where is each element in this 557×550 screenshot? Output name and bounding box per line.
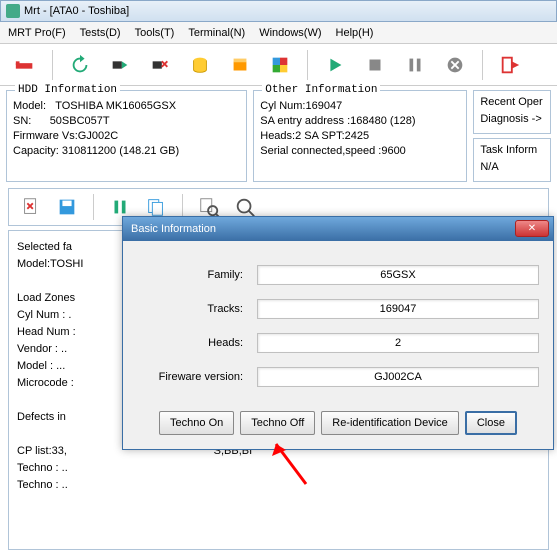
dialog-titlebar: Basic Information ✕ [123,217,553,241]
log-line: Techno : .. [17,479,68,491]
other-info-panel: Other Information Cyl Num:169047 SA entr… [253,90,467,182]
app-icon [6,4,20,18]
hdd-panel-title: HDD Information [15,83,120,98]
play-icon[interactable] [318,48,352,82]
close-button[interactable]: Close [465,411,517,435]
menu-help[interactable]: Help(H) [336,27,374,39]
exit-icon[interactable] [493,48,527,82]
log-line: Head Num : [17,326,79,338]
dialog-close-button[interactable]: ✕ [515,220,549,237]
cancel-icon[interactable] [438,48,472,82]
hdd-sn-value: 50SBC057T [50,115,110,127]
hdd-cap-value: 310811200 (148.21 GB) [62,145,179,157]
recent-title: Recent Oper [480,96,542,108]
task-title: Task Inform [480,144,537,156]
other-l3: Heads:2 SA SPT:2425 [260,129,460,144]
log-line: Selected fa [17,241,72,253]
basic-info-dialog: Basic Information ✕ Family: 65GSX Tracks… [122,216,554,450]
other-l1: Cyl Num:169047 [260,99,460,114]
log-line: Defects in [17,411,69,423]
other-panel-title: Other Information [262,83,380,98]
dialog-title: Basic Information [131,223,216,235]
fwver-label: Fireware version: [137,371,257,383]
menu-tools[interactable]: Tools(T) [135,27,175,39]
hdd-cap-label: Capacity: [13,145,59,157]
recent-value: Diagnosis -> [480,113,544,125]
stop-icon[interactable] [358,48,392,82]
log-line: Model : ... [17,360,65,372]
task-info-panel: Task Inform N/A [473,138,551,182]
heads-value: 2 [257,333,539,353]
family-label: Family: [137,269,257,281]
task-value: N/A [480,161,544,173]
database-icon[interactable] [183,48,217,82]
techno-on-button[interactable]: Techno On [159,411,234,435]
hdd-sn-label: SN: [13,115,31,127]
save-icon[interactable] [53,193,81,221]
window-title: Mrt - [ATA0 - Toshiba] [24,5,129,17]
techno-off-button[interactable]: Techno Off [240,411,315,435]
log-line: Vendor : .. [17,343,67,355]
hdd-info-panel: HDD Information Model: TOSHIBA MK16065GS… [6,90,247,182]
menu-mrtpro[interactable]: MRT Pro(F) [8,27,66,39]
other-l4: Serial connected,speed :9600 [260,144,460,159]
refresh-icon[interactable] [63,48,97,82]
reid-device-button[interactable]: Re-identification Device [321,411,459,435]
plug-in-icon[interactable] [103,48,137,82]
log-line: Cyl Num : . [17,309,71,321]
family-value: 65GSX [257,265,539,285]
other-l2: SA entry address :168480 (128) [260,114,460,129]
tracks-label: Tracks: [137,303,257,315]
main-toolbar [0,44,557,86]
tracks-value: 169047 [257,299,539,319]
log-line: Microcode : [17,377,74,389]
pause-icon[interactable] [398,48,432,82]
info-row: HDD Information Model: TOSHIBA MK16065GS… [0,86,557,186]
log-line: Techno : .. [17,462,68,474]
recent-oper-panel: Recent Oper Diagnosis -> [473,90,551,134]
hdd-fw-value: GJ002C [78,130,118,142]
hdd-model-value: TOSHIBA MK16065GSX [55,100,176,112]
log-line: Model:TOSHI [17,258,83,270]
menu-windows[interactable]: Windows(W) [259,27,321,39]
plug-out-icon[interactable] [143,48,177,82]
bed-icon[interactable] [8,48,42,82]
heads-label: Heads: [137,337,257,349]
hdd-model-label: Model: [13,100,46,112]
log-line: Load Zones [17,292,78,304]
delete-doc-icon[interactable] [17,193,45,221]
side-panels: Recent Oper Diagnosis -> Task Inform N/A [473,90,551,182]
menubar: MRT Pro(F) Tests(D) Tools(T) Terminal(N)… [0,22,557,44]
color-cube-icon[interactable] [263,48,297,82]
fwver-value: GJ002CA [257,367,539,387]
window-titlebar: Mrt - [ATA0 - Toshiba] [0,0,557,22]
menu-tests[interactable]: Tests(D) [80,27,121,39]
menu-terminal[interactable]: Terminal(N) [188,27,245,39]
box-icon[interactable] [223,48,257,82]
hdd-fw-label: Firmware Vs: [13,130,78,142]
